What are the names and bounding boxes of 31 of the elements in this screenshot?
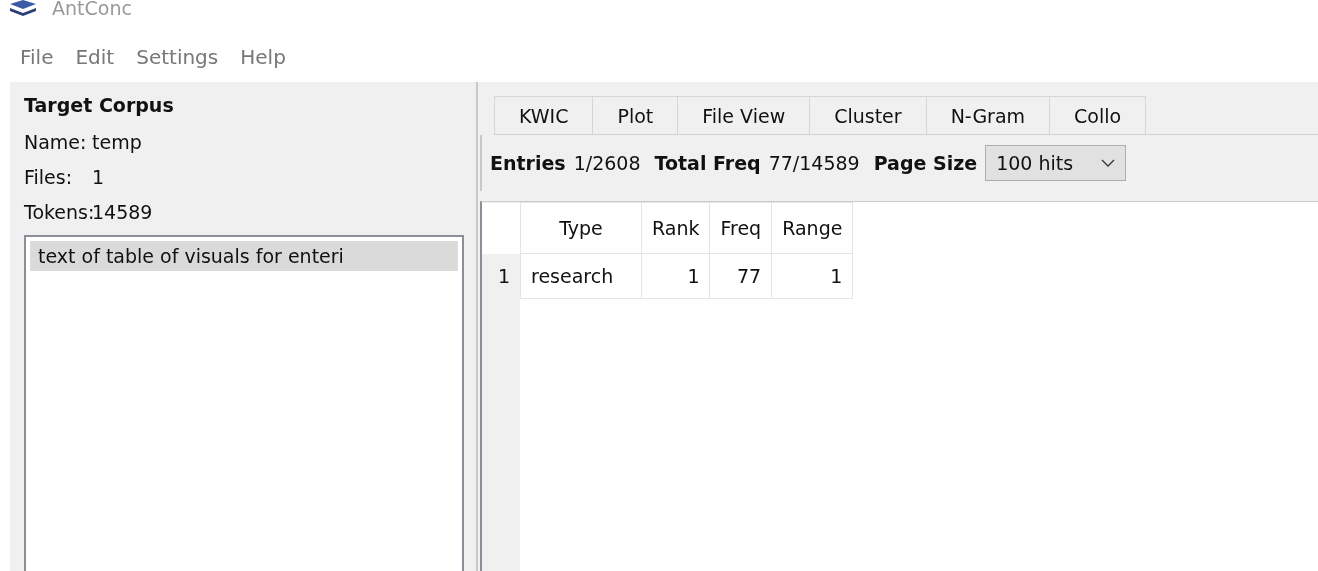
column-header[interactable]: Rank [641,202,710,254]
field-value: 1 [92,165,105,188]
corpus-heading: Target Corpus [24,94,175,118]
field-label: Name: [24,130,88,153]
stat-label: Entries [490,152,566,174]
tab[interactable]: Collo [1049,96,1147,134]
field-label: Files: [24,165,74,188]
field-label: Tokens: [24,200,92,223]
chevron-down-icon [1101,159,1116,167]
field-value: 14589 [92,200,153,223]
table-cell: 77 [710,253,772,299]
page-size-label: Page Size [873,152,978,174]
stat-label: Total Freq [654,152,761,174]
tab[interactable]: KWIC [494,96,594,134]
table-cell: 1 [641,253,710,299]
stat-value: 77/14589 [768,152,860,174]
row-number: 1 [482,253,521,299]
app-logo-icon [8,0,38,16]
column-header[interactable]: Range [771,202,853,254]
column-header[interactable]: Freq [710,202,772,254]
field-value: temp [92,130,142,153]
column-header[interactable]: Type [520,202,642,254]
table-cell: 1 [771,253,853,299]
stat-value: 1/2608 [573,152,641,174]
page-size-dropdown[interactable]: 100 hits [985,145,1127,181]
menu-item[interactable]: Help [240,45,286,69]
menu-item[interactable]: Edit [75,45,115,69]
menu-item[interactable]: Settings [136,45,219,69]
file-item[interactable]: text of table of visuals for enteri [30,241,458,271]
menu-item[interactable]: File [20,45,54,69]
window-title: AntConc [52,0,132,19]
